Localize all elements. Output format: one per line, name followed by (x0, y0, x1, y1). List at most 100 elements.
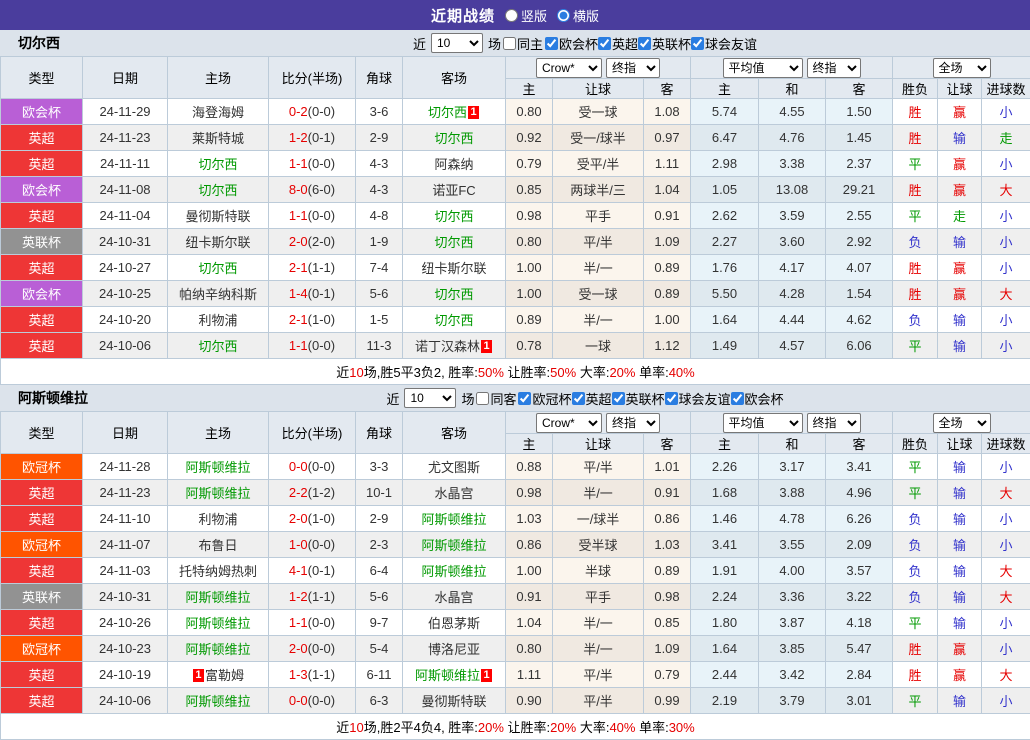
league-filter[interactable]: 英联杯 (638, 34, 691, 53)
cell-away-team: 尤文图斯 (403, 454, 506, 480)
cell-handicap-line: 平手 (553, 203, 644, 229)
cell-result-handicap: 输 (938, 454, 982, 480)
league-filter[interactable]: 球会友谊 (691, 34, 757, 53)
league-filter[interactable]: 欧会杯 (545, 34, 598, 53)
sub-header-odds-away: 客 (644, 79, 691, 99)
layout-horizontal-option[interactable]: 横版 (557, 6, 599, 25)
summary-part: 50% (478, 365, 504, 380)
league-checkbox[interactable] (572, 392, 585, 405)
cell-home-team: 1富勒姆 (168, 662, 269, 688)
bookmaker-select[interactable]: Crow* (536, 58, 602, 78)
home-team-name: 阿斯顿维拉 (185, 460, 250, 475)
final-odds-select-2[interactable]: 终指 (807, 58, 861, 78)
same-venue-checkbox[interactable] (503, 37, 516, 50)
final-odds-select-2[interactable]: 终指 (807, 413, 861, 433)
full-match-select[interactable]: 全场 (933, 58, 991, 78)
league-checkbox[interactable] (612, 392, 625, 405)
cell-away-team: 纽卡斯尔联 (403, 255, 506, 281)
cell-avg-away-odds: 1.45 (826, 125, 893, 151)
full-match-select[interactable]: 全场 (933, 413, 991, 433)
competition-badge: 英联杯 (1, 229, 83, 255)
cell-avg-draw-odds: 4.00 (759, 558, 826, 584)
fulltime-score: 1-1 (289, 208, 308, 223)
cell-corners: 6-4 (356, 558, 403, 584)
cell-result-goals: 小 (982, 688, 1030, 714)
cell-result-wdl: 胜 (893, 662, 938, 688)
cell-handicap-away-odds: 1.09 (644, 229, 691, 255)
league-checkbox[interactable] (638, 37, 651, 50)
team-name: 切尔西 (18, 33, 60, 53)
bookmaker-select[interactable]: Crow* (536, 413, 602, 433)
league-filter[interactable]: 英超 (572, 389, 612, 408)
vertical-radio[interactable] (505, 9, 518, 22)
league-checkbox[interactable] (598, 37, 611, 50)
games-count-select[interactable]: 10 (404, 388, 456, 408)
halftime-score: (0-1) (308, 130, 335, 145)
match-row: 英超 24-10-26 阿斯顿维拉 1-1(0-0) 9-7 伯恩茅斯 1.04… (1, 610, 1030, 636)
cell-away-team: 阿斯顿维拉 (403, 532, 506, 558)
league-label: 欧会杯 (559, 34, 598, 53)
halftime-score: (1-0) (308, 511, 335, 526)
cell-handicap-away-odds: 0.97 (644, 125, 691, 151)
average-select[interactable]: 平均值 (723, 58, 803, 78)
cell-away-team: 阿斯顿维拉 (403, 558, 506, 584)
page-title: 近期战绩 (431, 5, 495, 26)
summary-text: 近10场,胜5平3负2, 胜率:50% 让胜率:50% 大率:20% 单率:40… (1, 359, 1030, 385)
cell-corners: 7-4 (356, 255, 403, 281)
fulltime-score: 1-2 (289, 589, 308, 604)
team-section: 切尔西 近 10 场 同主 欧会杯英超英联杯球会友谊 类型 (0, 30, 1030, 385)
cell-home-team: 帕纳辛纳科斯 (168, 281, 269, 307)
cell-handicap-away-odds: 1.00 (644, 307, 691, 333)
cell-handicap-line: 半/一 (553, 610, 644, 636)
cell-date: 24-11-28 (83, 454, 168, 480)
league-checkbox[interactable] (691, 37, 704, 50)
cell-date: 24-10-23 (83, 636, 168, 662)
summary-part: 让胜率: (504, 365, 550, 380)
fulltime-score: 2-0 (289, 234, 308, 249)
league-filter[interactable]: 英超 (598, 34, 638, 53)
column-header-home: 主场 (168, 57, 269, 99)
layout-vertical-option[interactable]: 竖版 (505, 6, 547, 25)
same-venue-checkbox[interactable] (476, 392, 489, 405)
cell-result-handicap: 输 (938, 688, 982, 714)
same-venue-filter[interactable]: 同客 (476, 389, 516, 408)
cell-corners: 6-3 (356, 688, 403, 714)
cell-score: 1-0(0-0) (269, 532, 356, 558)
competition-badge: 英超 (1, 151, 83, 177)
cell-handicap-line: 平手 (553, 584, 644, 610)
away-team-name: 切尔西 (434, 235, 473, 250)
final-odds-select-1[interactable]: 终指 (606, 413, 660, 433)
cell-avg-draw-odds: 3.36 (759, 584, 826, 610)
games-count-select[interactable]: 10 (431, 33, 483, 53)
league-filter[interactable]: 欧冠杯 (518, 389, 571, 408)
competition-badge: 英超 (1, 480, 83, 506)
cell-handicap-home-odds: 1.03 (506, 506, 553, 532)
team-section: 阿斯顿维拉 近 10 场 同客 欧冠杯英超英联杯球会友谊欧会杯 (0, 385, 1030, 740)
league-filter[interactable]: 球会友谊 (665, 389, 731, 408)
cell-corners: 2-3 (356, 532, 403, 558)
league-filter[interactable]: 欧会杯 (731, 389, 784, 408)
final-odds-select-1[interactable]: 终指 (606, 58, 660, 78)
away-team-name: 切尔西 (434, 209, 473, 224)
league-checkbox[interactable] (665, 392, 678, 405)
halftime-score: (0-0) (308, 338, 335, 353)
competition-badge: 英超 (1, 558, 83, 584)
column-header-away: 客场 (403, 412, 506, 454)
same-venue-filter[interactable]: 同主 (503, 34, 543, 53)
cell-handicap-home-odds: 0.90 (506, 688, 553, 714)
fulltime-score: 2-1 (289, 312, 308, 327)
league-checkbox[interactable] (518, 392, 531, 405)
league-checkbox[interactable] (545, 37, 558, 50)
cell-score: 2-1(1-1) (269, 255, 356, 281)
league-checkbox[interactable] (731, 392, 744, 405)
cell-result-goals: 小 (982, 151, 1030, 177)
horizontal-radio[interactable] (557, 9, 570, 22)
average-select[interactable]: 平均值 (723, 413, 803, 433)
competition-badge: 英超 (1, 333, 83, 359)
cell-handicap-line: 受平/半 (553, 151, 644, 177)
league-filter[interactable]: 英联杯 (612, 389, 665, 408)
fulltime-score: 2-1 (289, 260, 308, 275)
cell-result-handicap: 赢 (938, 151, 982, 177)
cell-avg-away-odds: 5.47 (826, 636, 893, 662)
home-team-name: 切尔西 (198, 339, 237, 354)
